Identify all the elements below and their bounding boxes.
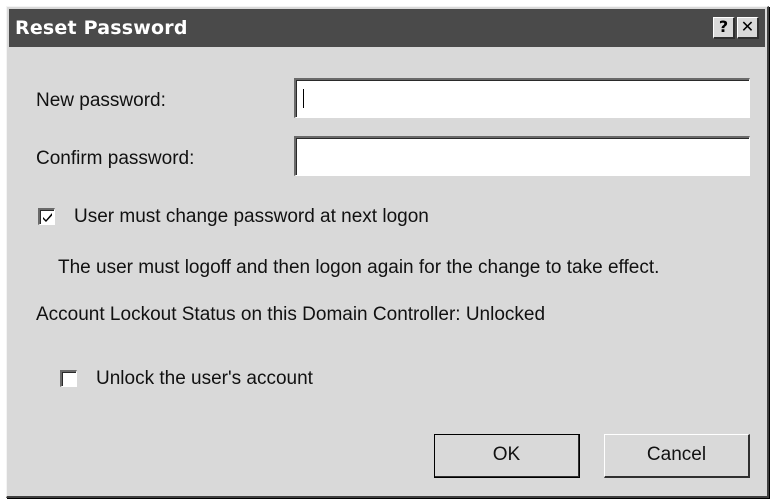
new-password-field[interactable] xyxy=(294,78,750,118)
lockout-status: Account Lockout Status on this Domain Co… xyxy=(36,304,546,325)
new-password-label: New password: xyxy=(36,90,166,111)
ok-button[interactable]: OK xyxy=(434,434,580,478)
unlock-account-label[interactable]: Unlock the user's account xyxy=(96,368,313,390)
confirm-password-field[interactable] xyxy=(294,136,750,176)
cancel-button[interactable]: Cancel xyxy=(604,434,750,478)
confirm-password-input[interactable] xyxy=(296,138,749,175)
dialog-title: Reset Password xyxy=(15,17,188,39)
confirm-password-label: Confirm password: xyxy=(36,148,195,169)
unlock-account-checkbox[interactable] xyxy=(60,370,77,387)
help-icon: ? xyxy=(718,17,729,36)
text-caret xyxy=(303,89,304,108)
help-button[interactable]: ? xyxy=(713,17,735,39)
reset-password-dialog: Reset Password ? ✕ New password: Confirm… xyxy=(6,6,769,498)
title-bar[interactable]: Reset Password ? ✕ xyxy=(9,9,765,47)
must-change-checkbox[interactable] xyxy=(38,208,55,225)
checkmark-icon xyxy=(43,213,52,222)
close-icon: ✕ xyxy=(740,17,755,36)
logoff-note: The user must logoff and then logon agai… xyxy=(58,257,660,278)
must-change-label[interactable]: User must change password at next logon xyxy=(74,206,429,228)
new-password-input[interactable] xyxy=(296,80,749,117)
close-button[interactable]: ✕ xyxy=(737,17,759,39)
